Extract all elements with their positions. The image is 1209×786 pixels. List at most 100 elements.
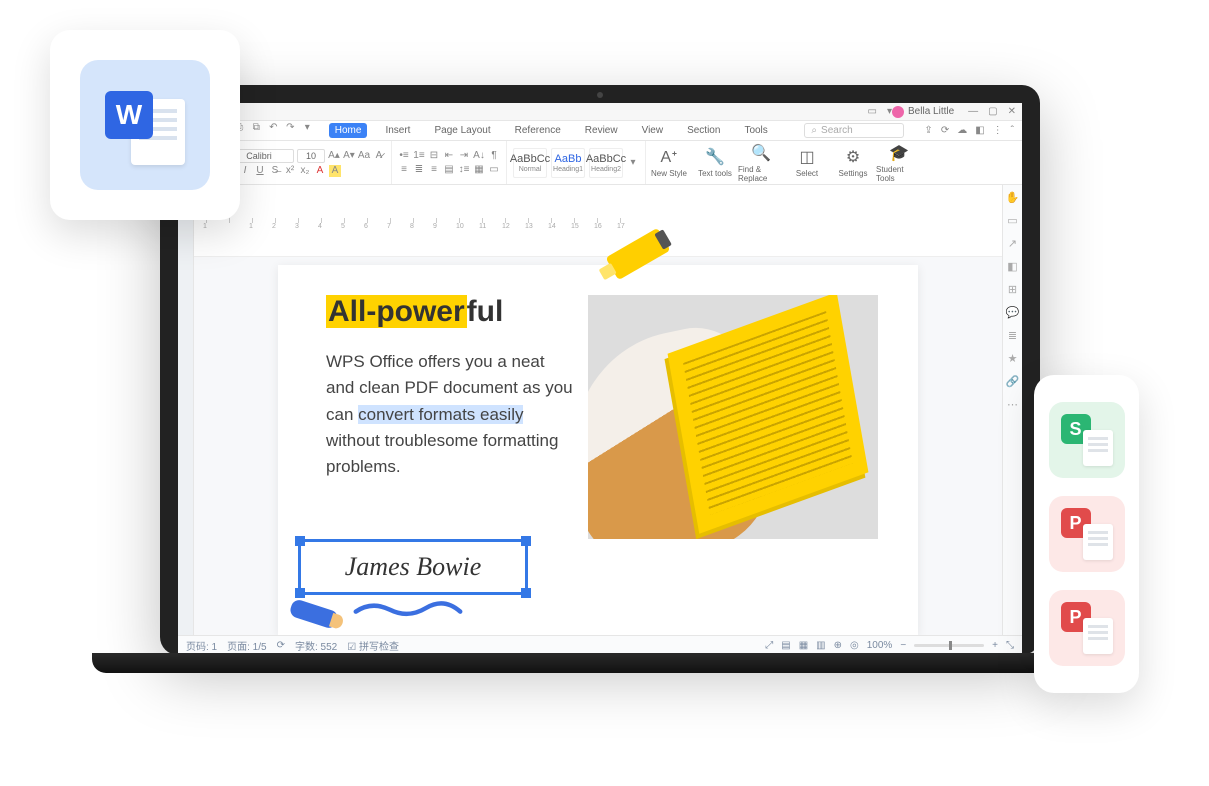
align-left-icon[interactable]: ≡	[398, 164, 410, 176]
line-spacing-icon[interactable]: ↕≡	[458, 164, 470, 176]
status-refresh-icon[interactable]: ⟳	[277, 640, 285, 651]
tab-section[interactable]: Section	[681, 123, 726, 138]
nav-pane-icon[interactable]: ◧	[1007, 260, 1017, 273]
multilevel-icon[interactable]: ⊟	[428, 150, 440, 162]
tab-review[interactable]: Review	[579, 123, 624, 138]
qat-more-icon[interactable]: ▾	[302, 122, 313, 139]
document-canvas[interactable]: All-powerful WPS Office offers you a nea…	[194, 257, 1002, 635]
view-print-icon[interactable]: ▤	[781, 640, 790, 651]
tab-tools[interactable]: Tools	[738, 123, 773, 138]
more-icon[interactable]: ⋮	[993, 125, 1003, 136]
outline-icon[interactable]: ≣	[1008, 329, 1017, 342]
view-outline-icon[interactable]: ▦	[799, 640, 808, 651]
hand-tool-icon[interactable]: ✋	[1006, 191, 1020, 204]
style-heading1[interactable]: AaBbHeading1	[551, 148, 585, 178]
horizontal-ruler[interactable]: 1 1 2 3 4 5 6 7 8 9 10 11 12 13	[194, 185, 1002, 257]
student-tools-button[interactable]: 🎓Student Tools	[876, 141, 922, 184]
link-icon[interactable]: 🔗	[1006, 375, 1020, 388]
ribbon: 📋 ✂ ⧉ 🖌 Calibri 10 A▴ A▾ Aa	[178, 141, 1022, 185]
share-icon[interactable]: ⇪	[924, 125, 932, 136]
zoom-out-button[interactable]: −	[900, 640, 906, 651]
highlight-icon[interactable]: A	[329, 165, 341, 177]
sort-icon[interactable]: A↓	[473, 150, 485, 162]
style-normal[interactable]: AaBbCcNormal	[513, 148, 547, 178]
view-read-icon[interactable]: ⊕	[834, 640, 842, 651]
style-heading2[interactable]: AaBbCcHeading2	[589, 148, 623, 178]
presentation-app-tile: P	[1049, 590, 1125, 666]
shading-icon[interactable]: ▦	[473, 164, 485, 176]
skin-icon[interactable]: ◧	[975, 125, 984, 136]
font-color-icon[interactable]: A	[314, 165, 326, 177]
zoom-in-button[interactable]: +	[992, 640, 998, 651]
new-style-button[interactable]: AᐩNew Style	[646, 141, 692, 184]
menu-bar: ☰ ▾ 🖫 ⎙ ⧉ ↶ ↷ ▾ Home Insert Page Layout …	[178, 121, 1022, 141]
document-icon	[1083, 430, 1113, 466]
status-page-count[interactable]: 页面: 1/5	[227, 638, 266, 653]
preview-icon[interactable]: ⧉	[251, 122, 262, 139]
tab-view[interactable]: View	[636, 123, 670, 138]
zoom-slider[interactable]	[914, 644, 984, 647]
font-size-select[interactable]: 10	[297, 149, 325, 163]
document-icon	[1083, 618, 1113, 654]
signature-textbox[interactable]: James Bowie	[298, 539, 528, 595]
align-right-icon[interactable]: ≡	[428, 164, 440, 176]
doc-heading[interactable]: All-powerful	[326, 295, 503, 329]
tab-home[interactable]: Home	[329, 123, 368, 138]
view-focus-icon[interactable]: ◎	[850, 640, 859, 651]
collapse-ribbon-icon[interactable]: ˆ	[1011, 125, 1014, 136]
indent-inc-icon[interactable]: ⇥	[458, 150, 470, 162]
bullets-icon[interactable]: •≡	[398, 150, 410, 162]
paragraph-group: •≡ 1≡ ⊟ ⇤ ⇥ A↓ ¶ ≡ ≣ ≡ ▤ ↕≡ ▦	[392, 141, 507, 184]
signature-text[interactable]: James Bowie	[301, 542, 525, 592]
justify-icon[interactable]: ▤	[443, 164, 455, 176]
comment-icon[interactable]: 💬	[1006, 306, 1020, 319]
underline-icon[interactable]: U	[254, 165, 266, 177]
cloud-icon[interactable]: ☁	[957, 125, 967, 136]
status-spellcheck[interactable]: ☑ 拼写检查	[347, 638, 399, 653]
subscript-icon[interactable]: x₂	[299, 165, 311, 177]
borders-icon[interactable]: ▭	[488, 164, 500, 176]
redo-icon[interactable]: ↷	[285, 122, 296, 139]
sync-icon[interactable]: ⟳	[941, 125, 949, 136]
search-input[interactable]: ⌕ Search	[804, 123, 904, 138]
minimize-button[interactable]: —	[968, 106, 978, 117]
numbering-icon[interactable]: 1≡	[413, 150, 425, 162]
arrow-tool-icon[interactable]: ↗	[1008, 237, 1017, 250]
settings-button[interactable]: ⚙Settings	[830, 141, 876, 184]
fullscreen-icon[interactable]: ⤡	[1006, 640, 1014, 651]
italic-icon[interactable]: I	[239, 165, 251, 177]
find-replace-button[interactable]: 🔍Find & Replace	[738, 141, 784, 184]
clear-format-icon[interactable]: A̷	[373, 150, 385, 162]
user-chip[interactable]: Bella Little	[892, 106, 954, 118]
view-fit-icon[interactable]: ⤢	[765, 640, 773, 651]
align-center-icon[interactable]: ≣	[413, 164, 425, 176]
zoom-value[interactable]: 100%	[867, 640, 893, 651]
inline-image[interactable]	[588, 295, 878, 539]
doc-paragraph[interactable]: WPS Office offers you a neat and clean P…	[326, 349, 576, 481]
bookmark-icon[interactable]: ★	[1008, 352, 1018, 365]
select-tool-icon[interactable]: ▭	[1007, 214, 1017, 227]
side-more-icon[interactable]: ⋯	[1007, 398, 1018, 411]
shrink-font-icon[interactable]: A▾	[343, 150, 355, 162]
show-marks-icon[interactable]: ¶	[488, 150, 500, 162]
page: All-powerful WPS Office offers you a nea…	[278, 265, 918, 635]
strikethrough-icon[interactable]: S̶	[269, 165, 281, 177]
ribbon-toggle-icon[interactable]: ▭	[868, 106, 877, 117]
maximize-button[interactable]: ▢	[988, 106, 997, 117]
superscript-icon[interactable]: x²	[284, 165, 296, 177]
view-web-icon[interactable]: ▥	[816, 640, 825, 651]
indent-dec-icon[interactable]: ⇤	[443, 150, 455, 162]
status-word-count[interactable]: 字数: 552	[295, 638, 337, 653]
select-button[interactable]: ◫Select	[784, 141, 830, 184]
status-page-number[interactable]: 页码: 1	[186, 638, 217, 653]
tab-insert[interactable]: Insert	[379, 123, 416, 138]
close-window-button[interactable]: ✕	[1008, 106, 1016, 117]
property-icon[interactable]: ⊞	[1008, 283, 1017, 296]
grow-font-icon[interactable]: A▴	[328, 150, 340, 162]
text-tools-button[interactable]: 🔧Text tools	[692, 141, 738, 184]
tab-reference[interactable]: Reference	[509, 123, 567, 138]
change-case-icon[interactable]: Aa	[358, 150, 370, 162]
tab-page-layout[interactable]: Page Layout	[428, 123, 496, 138]
styles-more-icon[interactable]: ▾	[627, 157, 639, 169]
undo-icon[interactable]: ↶	[268, 122, 279, 139]
